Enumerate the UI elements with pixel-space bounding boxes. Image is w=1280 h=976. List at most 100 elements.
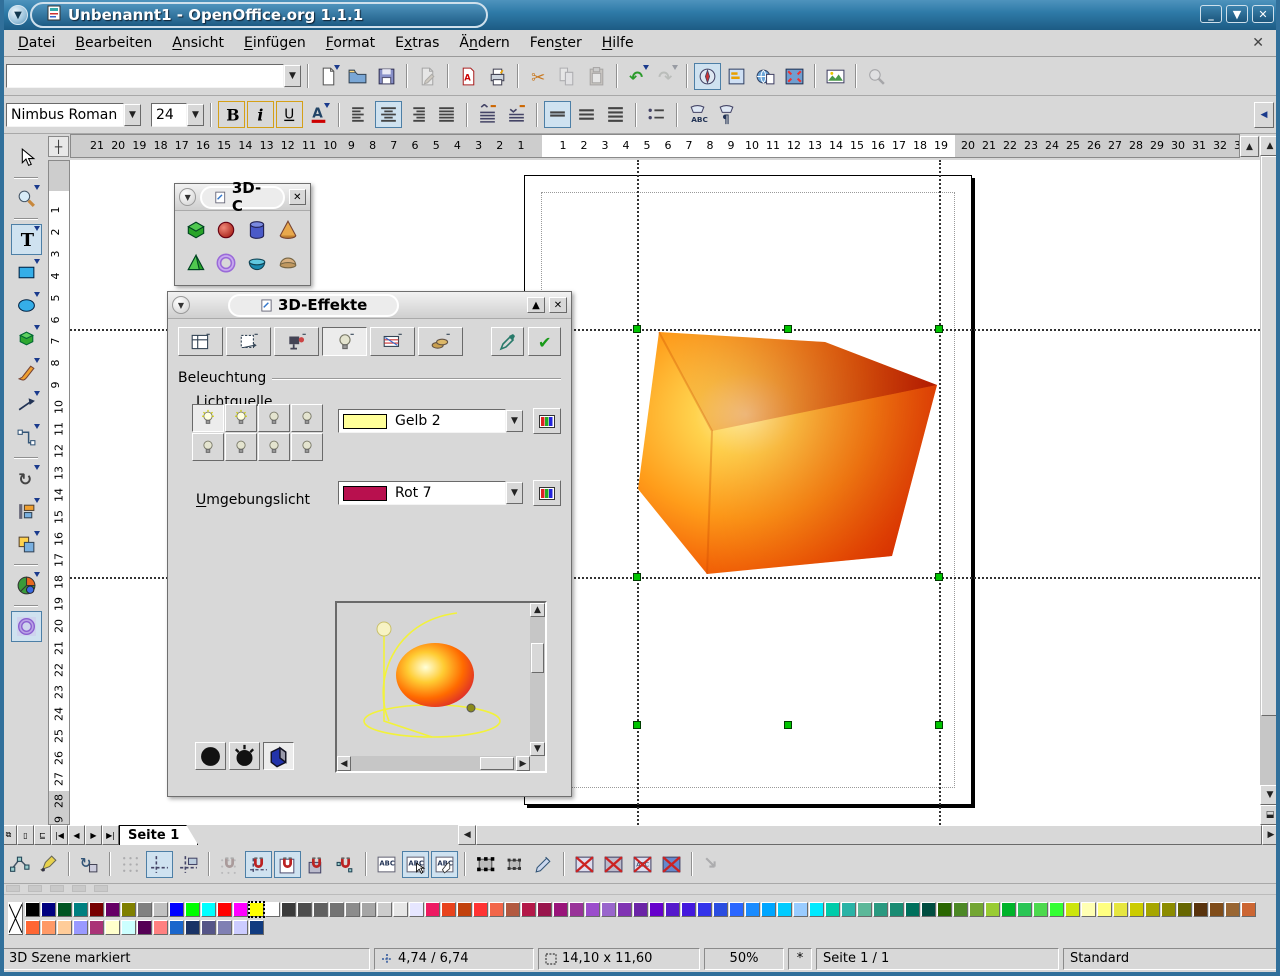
selected-3d-cube[interactable] <box>622 318 952 588</box>
increase-paragraph-spacing-button[interactable] <box>474 101 501 128</box>
color-cell[interactable] <box>409 902 424 917</box>
underline-button[interactable]: U <box>276 101 303 128</box>
light-color-dropdown-icon[interactable]: ▼ <box>506 410 523 432</box>
3d-half-sphere-button[interactable] <box>273 248 302 277</box>
color-cell[interactable] <box>585 902 600 917</box>
color-cell[interactable] <box>57 920 72 935</box>
line-spacing-2-button[interactable] <box>602 101 629 128</box>
light-source-4-button[interactable] <box>291 404 323 432</box>
color-cell[interactable] <box>297 902 312 917</box>
color-cell[interactable] <box>793 902 808 917</box>
close-button[interactable]: ✕ <box>1252 5 1274 23</box>
color-cell[interactable] <box>121 902 136 917</box>
color-cell[interactable] <box>441 902 456 917</box>
color-cell[interactable] <box>713 902 728 917</box>
ambient-color-combobox[interactable]: Rot 7 ▼ <box>338 480 561 506</box>
url-combobox[interactable]: ▼ <box>6 64 301 88</box>
color-cell[interactable] <box>1097 902 1112 917</box>
layer-view-icon[interactable]: ⧉ <box>0 825 17 845</box>
last-page-icon[interactable]: ▶| <box>102 825 119 845</box>
tab-geometrie-button[interactable] <box>226 327 271 356</box>
show-guides-button[interactable] <box>146 851 173 878</box>
contour-mode-button[interactable] <box>600 851 627 878</box>
italic-button[interactable]: i <box>247 101 274 128</box>
color-cell[interactable] <box>537 902 552 917</box>
color-cell[interactable] <box>1225 902 1240 917</box>
color-cell[interactable] <box>841 902 856 917</box>
color-cell[interactable] <box>873 902 888 917</box>
color-cell[interactable] <box>265 902 280 917</box>
3d-cube-button[interactable] <box>181 215 210 244</box>
toolbar-collapse-icon[interactable]: ◀ <box>1254 102 1274 128</box>
menu-ansicht[interactable]: Ansicht <box>162 32 234 54</box>
color-cell[interactable] <box>1033 902 1048 917</box>
color-cell[interactable] <box>521 902 536 917</box>
color-cell[interactable] <box>953 902 968 917</box>
layer-options-icon[interactable]: ⊑ <box>34 825 51 845</box>
color-cell[interactable] <box>25 902 40 917</box>
color-cell[interactable] <box>185 902 200 917</box>
color-cell[interactable] <box>201 902 216 917</box>
horizontal-ruler[interactable]: 2120191817161514131211109876543211234567… <box>70 134 1240 158</box>
selection-handle[interactable] <box>784 325 792 333</box>
color-cell[interactable] <box>1065 902 1080 917</box>
color-cell[interactable] <box>217 920 232 935</box>
print-button[interactable] <box>484 63 511 90</box>
color-cell[interactable] <box>777 902 792 917</box>
color-cell[interactable] <box>377 902 392 917</box>
align-center-button[interactable] <box>375 101 402 128</box>
align-left-button[interactable] <box>346 101 373 128</box>
snap-to-guides-button[interactable] <box>245 851 272 878</box>
color-cell[interactable] <box>281 902 296 917</box>
light-source-2-button[interactable] <box>225 404 257 432</box>
color-cell[interactable] <box>89 902 104 917</box>
horizontal-scrollbar-thumb[interactable] <box>476 825 1262 845</box>
selection-handle[interactable] <box>935 573 943 581</box>
color-cell[interactable] <box>105 920 120 935</box>
gallery-button[interactable] <box>752 63 779 90</box>
align-right-button[interactable] <box>404 101 431 128</box>
preview-vertical-scrollbar[interactable]: ▲ ▼ <box>530 603 545 756</box>
color-cell[interactable] <box>249 920 264 935</box>
color-cell[interactable] <box>825 902 840 917</box>
menu-fenster[interactable]: Fenster <box>520 32 592 54</box>
close-icon[interactable]: ✕ <box>549 297 567 313</box>
assign-colors-button[interactable] <box>491 327 524 356</box>
color-cell[interactable] <box>985 902 1000 917</box>
color-cell[interactable] <box>233 920 248 935</box>
selection-handle[interactable] <box>935 325 943 333</box>
illumination-preview[interactable]: ▲ ▼ ◀ ▶ <box>335 601 547 773</box>
color-cell[interactable] <box>361 902 376 917</box>
layer-mode-icon[interactable]: ▯ <box>17 825 34 845</box>
glue-points-button[interactable] <box>35 851 62 878</box>
color-cell[interactable] <box>25 920 40 935</box>
apply-button[interactable]: ✔ <box>528 327 561 356</box>
undo-button[interactable]: ↶ <box>624 63 651 90</box>
menu-hilfe[interactable]: Hilfe <box>592 32 644 54</box>
scroll-up-icon[interactable]: ▲ <box>1260 136 1280 156</box>
font-color-button[interactable]: A <box>305 101 332 128</box>
preview-mode-wireframe-button[interactable] <box>195 742 226 770</box>
color-cell[interactable] <box>921 902 936 917</box>
rollup-icon[interactable]: ▲ <box>527 297 545 313</box>
color-cell[interactable] <box>105 902 120 917</box>
color-cell[interactable] <box>1049 902 1064 917</box>
line-spacing-1-5-button[interactable] <box>573 101 600 128</box>
color-cell[interactable] <box>313 902 328 917</box>
color-cell[interactable] <box>1209 902 1224 917</box>
text-tool-button[interactable]: T <box>11 224 42 255</box>
large-handles-button[interactable] <box>501 851 528 878</box>
color-cell[interactable] <box>569 902 584 917</box>
menu-einfgen[interactable]: Einfügen <box>234 32 316 54</box>
preview-hscroll-thumb[interactable] <box>480 757 514 770</box>
color-cell[interactable] <box>1081 902 1096 917</box>
tab-beleuchtung-button[interactable] <box>322 327 367 356</box>
color-cell[interactable] <box>553 902 568 917</box>
double-click-to-edit-text-button[interactable]: ABC <box>431 851 458 878</box>
menu-format[interactable]: Format <box>316 32 385 54</box>
color-cell[interactable] <box>473 902 488 917</box>
line-spacing-1-button[interactable] <box>544 101 571 128</box>
next-page-icon[interactable]: ⬓ <box>1260 805 1280 825</box>
snap-to-margins-button[interactable] <box>274 851 301 878</box>
color-cell[interactable] <box>905 902 920 917</box>
